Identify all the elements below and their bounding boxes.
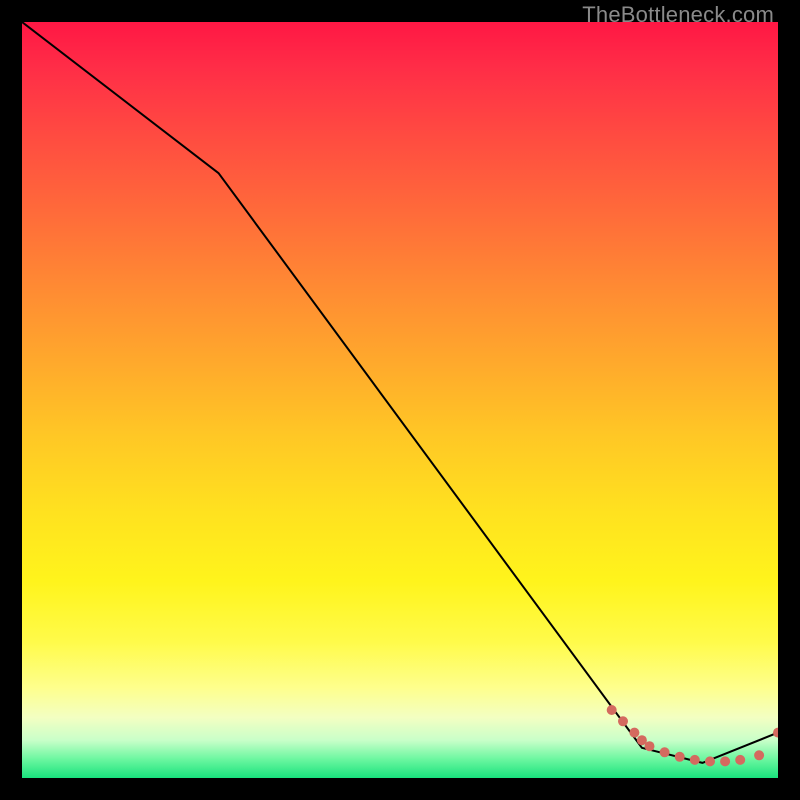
watermark-text: TheBottleneck.com [582,2,774,28]
plot-area [22,22,778,778]
chart-frame: TheBottleneck.com [0,0,800,800]
